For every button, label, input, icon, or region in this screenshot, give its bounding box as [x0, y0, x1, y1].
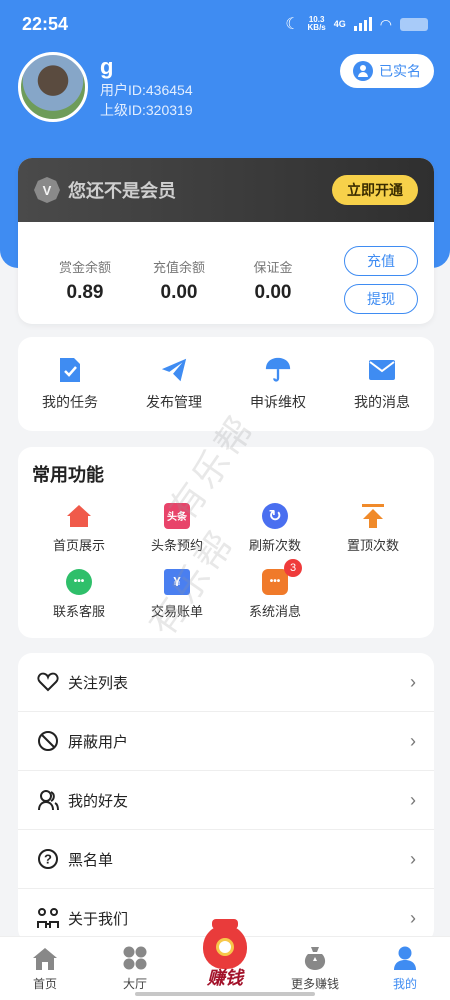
network-type: 4G	[333, 19, 346, 29]
unread-badge: 3	[284, 558, 302, 577]
question-icon: ?	[36, 847, 60, 871]
bill-icon: ¥	[164, 568, 190, 595]
refresh-count-button[interactable]: ↻ 刷新次数	[226, 495, 324, 561]
home-display-button[interactable]: 首页展示	[30, 495, 128, 561]
wifi-icon: ◠	[379, 15, 392, 32]
settings-menu: 关注列表 › 屏蔽用户 › 我的好友 › ? 黑名单 › 关于我们 ›	[18, 653, 434, 943]
section-title: 常用功能	[32, 465, 104, 485]
menu-item-follow-list[interactable]: 关注列表 ›	[18, 653, 434, 712]
tab-more-earn[interactable]: 更多赚钱	[270, 937, 360, 1000]
menu-item-blocked-users[interactable]: 屏蔽用户 ›	[18, 712, 434, 771]
chevron-right-icon: ›	[410, 907, 416, 928]
verified-button[interactable]: 已实名	[340, 54, 434, 88]
chevron-right-icon: ›	[410, 730, 416, 751]
menu-item-my-friends[interactable]: 我的好友 ›	[18, 771, 434, 830]
grid-icon	[123, 946, 147, 970]
common-functions: 常用功能 首页展示 头条 头条预约 ↻ 刷新次数 置顶次数 ••• 联系客服 ¥…	[18, 447, 434, 638]
transaction-bill-button[interactable]: ¥ 交易账单	[128, 561, 226, 627]
tab-earn[interactable]: 赚钱	[180, 919, 270, 1000]
vip-card: V 您还不是会员 立即开通 赏金余额 0.89 充值余额 0.00 保证金 0.…	[18, 158, 434, 324]
friends-icon	[36, 788, 60, 812]
bottom-tab-bar: 首页 大厅 赚钱 更多赚钱 我的	[0, 919, 450, 1000]
heart-icon	[36, 670, 60, 694]
contact-support-button[interactable]: ••• 联系客服	[30, 561, 128, 627]
paper-plane-icon	[160, 356, 188, 384]
chevron-right-icon: ›	[410, 671, 416, 692]
my-messages-button[interactable]: 我的消息	[330, 337, 434, 431]
money-pouch-icon	[304, 947, 326, 970]
user-icon	[353, 61, 373, 81]
tab-home[interactable]: 首页	[0, 937, 90, 1000]
pin-top-icon	[360, 503, 386, 529]
appeal-button[interactable]: 申诉维权	[226, 337, 330, 431]
toutiao-booking-button[interactable]: 头条 头条预约	[128, 495, 226, 561]
umbrella-icon	[264, 356, 292, 384]
house-icon	[66, 503, 92, 529]
pin-top-count-button[interactable]: 置顶次数	[324, 495, 422, 561]
toutiao-icon: 头条	[164, 502, 190, 529]
withdraw-button[interactable]: 提现	[344, 284, 418, 314]
person-icon	[394, 946, 416, 970]
mail-icon	[368, 356, 396, 384]
system-message-button[interactable]: ••• 3 系统消息	[226, 558, 324, 627]
status-time: 22:54	[22, 13, 69, 34]
recharge-balance: 充值余额 0.00	[152, 259, 205, 303]
battery-icon	[400, 17, 428, 31]
my-tasks-button[interactable]: 我的任务	[18, 337, 122, 431]
menu-item-blacklist[interactable]: ? 黑名单 ›	[18, 830, 434, 889]
deposit-balance: 保证金 0.00	[253, 259, 293, 303]
user-profile[interactable]: g 用户ID:436454 上级ID:320319	[18, 52, 193, 122]
home-indicator	[135, 992, 315, 996]
tab-hall[interactable]: 大厅	[90, 937, 180, 1000]
money-bag-icon	[203, 919, 247, 969]
vip-badge-icon: V	[34, 177, 60, 203]
system-message-icon: ••• 3	[262, 558, 302, 595]
chevron-right-icon: ›	[410, 848, 416, 869]
parent-id: 上级ID:320319	[100, 102, 193, 118]
vip-status-text: 您还不是会员	[68, 181, 176, 201]
chevron-right-icon: ›	[410, 789, 416, 810]
refresh-icon: ↻	[262, 502, 288, 529]
signal-icon	[353, 17, 372, 31]
task-icon	[56, 356, 84, 384]
recharge-button[interactable]: 充值	[344, 246, 418, 276]
open-vip-button[interactable]: 立即开通	[332, 175, 418, 205]
moon-icon: ☾	[285, 16, 300, 33]
about-icon	[36, 906, 60, 930]
net-speed: 10.3 KB/s	[307, 15, 326, 32]
user-id: 用户ID:436454	[100, 82, 193, 98]
publish-manage-button[interactable]: 发布管理	[122, 337, 226, 431]
user-name: g	[100, 54, 114, 79]
svg-text:?: ?	[44, 852, 52, 867]
status-bar: 22:54 ☾ 10.3 KB/s 4G ◠	[0, 0, 450, 48]
tab-mine[interactable]: 我的	[360, 937, 450, 1000]
home-tab-icon	[33, 948, 57, 970]
chat-icon: •••	[66, 568, 92, 595]
quick-actions: 我的任务 发布管理 申诉维权 我的消息	[18, 337, 434, 431]
avatar[interactable]	[18, 52, 88, 122]
bounty-balance: 赏金余额 0.89	[58, 259, 111, 303]
block-icon	[36, 729, 60, 753]
